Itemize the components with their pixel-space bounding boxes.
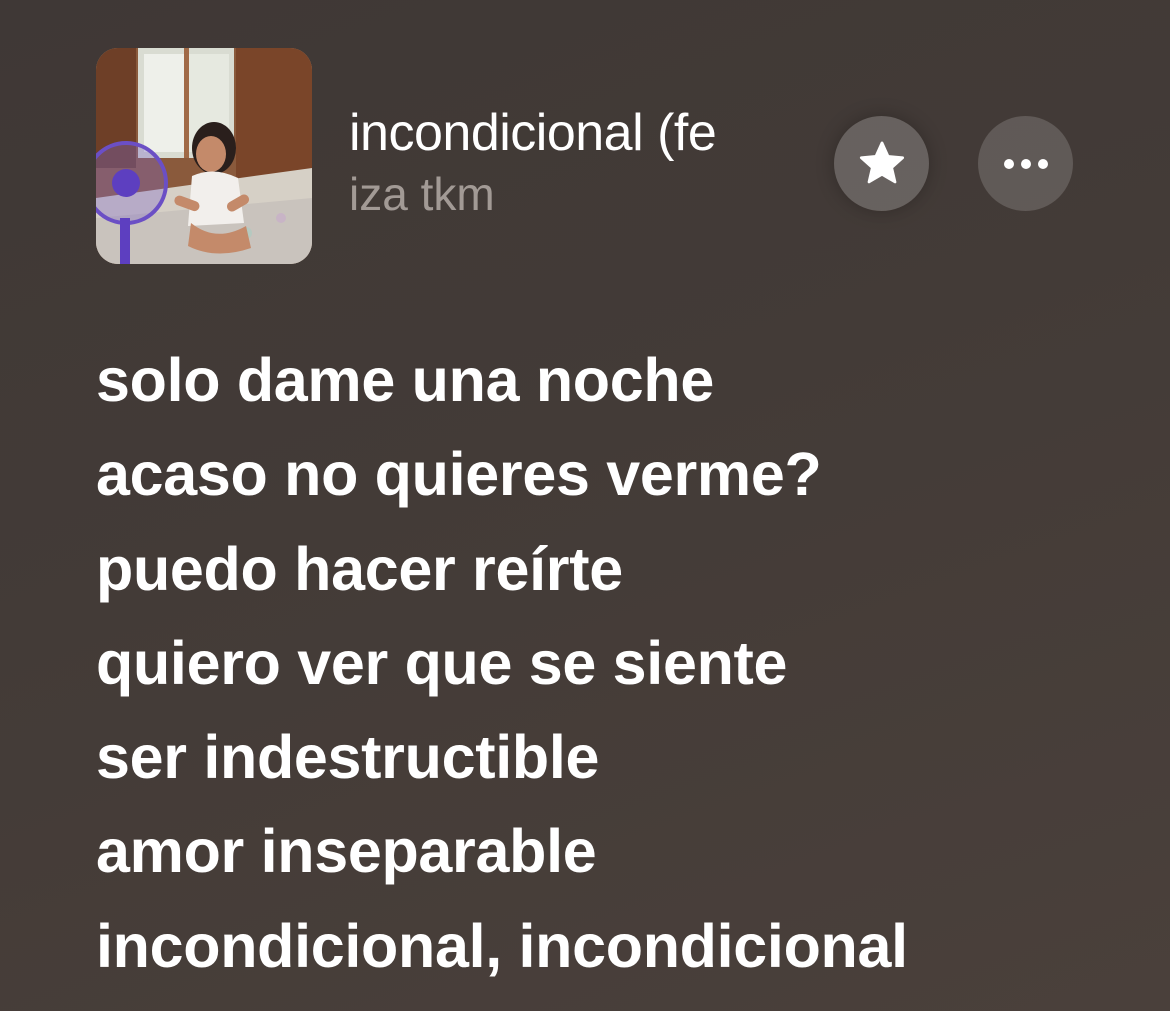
lyric-line[interactable]: quiero ver que se siente — [96, 616, 1146, 710]
favorite-button[interactable] — [834, 116, 929, 211]
ellipsis-icon — [1003, 158, 1048, 169]
lyric-line[interactable]: puedo hacer reírte — [96, 522, 1146, 616]
lyric-line[interactable]: ser indestructible — [96, 710, 1146, 804]
track-info[interactable]: incondicional (fe iza tkm — [349, 102, 819, 222]
lyric-line[interactable]: acaso no quieres verme? — [96, 427, 1146, 521]
track-title: incondicional (fe — [349, 104, 717, 162]
star-icon — [859, 141, 904, 183]
more-options-button[interactable] — [978, 116, 1073, 211]
album-artwork[interactable] — [96, 48, 312, 264]
lyric-line[interactable]: solo dame una noche — [96, 333, 1146, 427]
now-playing-header: incondicional (fe iza tkm — [96, 48, 1086, 264]
lyrics-panel[interactable]: solo dame una noche acaso no quieres ver… — [96, 333, 1146, 993]
lyric-line[interactable]: amor inseparable — [96, 804, 1146, 898]
track-artist[interactable]: iza tkm — [349, 166, 819, 222]
album-artwork-image — [96, 48, 312, 264]
lyric-line[interactable]: incondicional, incondicional — [96, 899, 1146, 993]
